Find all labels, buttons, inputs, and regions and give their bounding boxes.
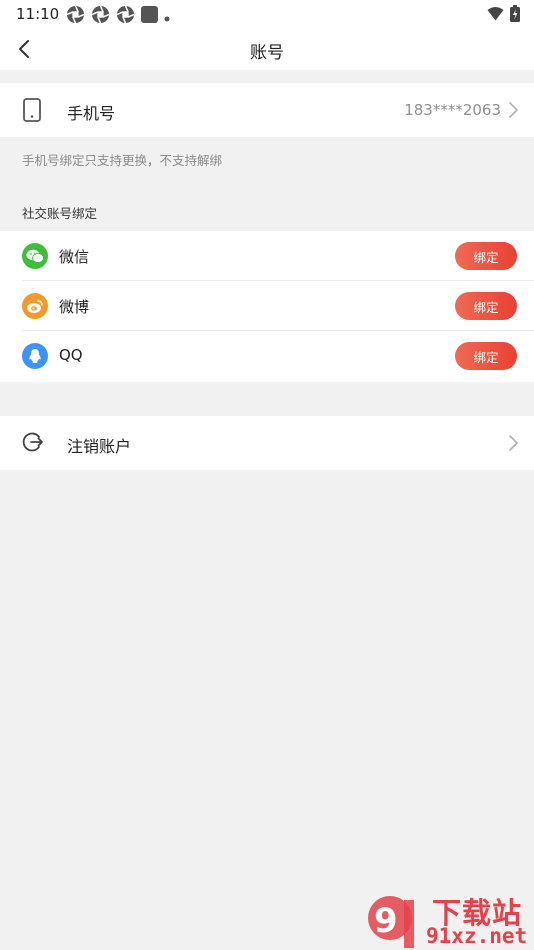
chevron-right-icon <box>509 435 518 451</box>
phone-icon <box>22 98 42 126</box>
logout-icon <box>22 431 44 457</box>
svg-text:9: 9 <box>374 901 398 941</box>
bind-wechat-button[interactable]: 绑定 <box>455 242 517 270</box>
phone-label: 手机号 <box>67 104 116 123</box>
phone-number-row[interactable]: 手机号 183****2063 <box>0 83 534 137</box>
list-item-qq: QQ 绑定 <box>0 331 534 381</box>
dot-icon <box>164 7 170 26</box>
page-title: 账号 <box>250 43 284 63</box>
wechat-label: 微信 <box>59 248 90 266</box>
weibo-label: 微博 <box>59 298 90 316</box>
cancel-account-label: 注销账户 <box>67 437 132 456</box>
watermark-logo-icon: 9 <box>368 896 414 948</box>
cancel-account-row[interactable]: 注销账户 <box>0 416 534 470</box>
list-item-wechat: 微信 绑定 <box>0 231 534 281</box>
aperture-icon <box>116 5 135 28</box>
status-time: 11:10 <box>16 5 60 23</box>
battery-icon <box>510 5 520 26</box>
square-app-icon <box>141 6 158 27</box>
system-icons <box>487 5 520 26</box>
weibo-icon <box>22 293 48 319</box>
social-binding-list: 微信 绑定 微博 绑定 QQ 绑定 <box>0 231 534 382</box>
wechat-icon <box>22 243 48 269</box>
wifi-icon <box>487 6 504 25</box>
notification-icons <box>66 5 176 28</box>
qq-label: QQ <box>59 346 83 364</box>
social-section-title: 社交账号绑定 <box>22 206 98 221</box>
status-bar: 11:10 <box>0 0 534 28</box>
app-bar: 账号 <box>0 28 534 70</box>
chevron-right-icon <box>509 102 518 118</box>
phone-value: 183****2063 <box>404 101 501 119</box>
phone-hint: 手机号绑定只支持更换，不支持解绑 <box>22 153 223 168</box>
site-watermark: 9 下载站 91xz.net <box>364 888 534 950</box>
qq-icon <box>22 343 48 369</box>
bind-qq-button[interactable]: 绑定 <box>455 342 517 370</box>
aperture-icon <box>91 5 110 28</box>
watermark-text-bottom: 91xz.net <box>426 924 528 948</box>
list-item-weibo: 微博 绑定 <box>0 281 534 331</box>
aperture-icon <box>66 5 85 28</box>
bind-weibo-button[interactable]: 绑定 <box>455 292 517 320</box>
